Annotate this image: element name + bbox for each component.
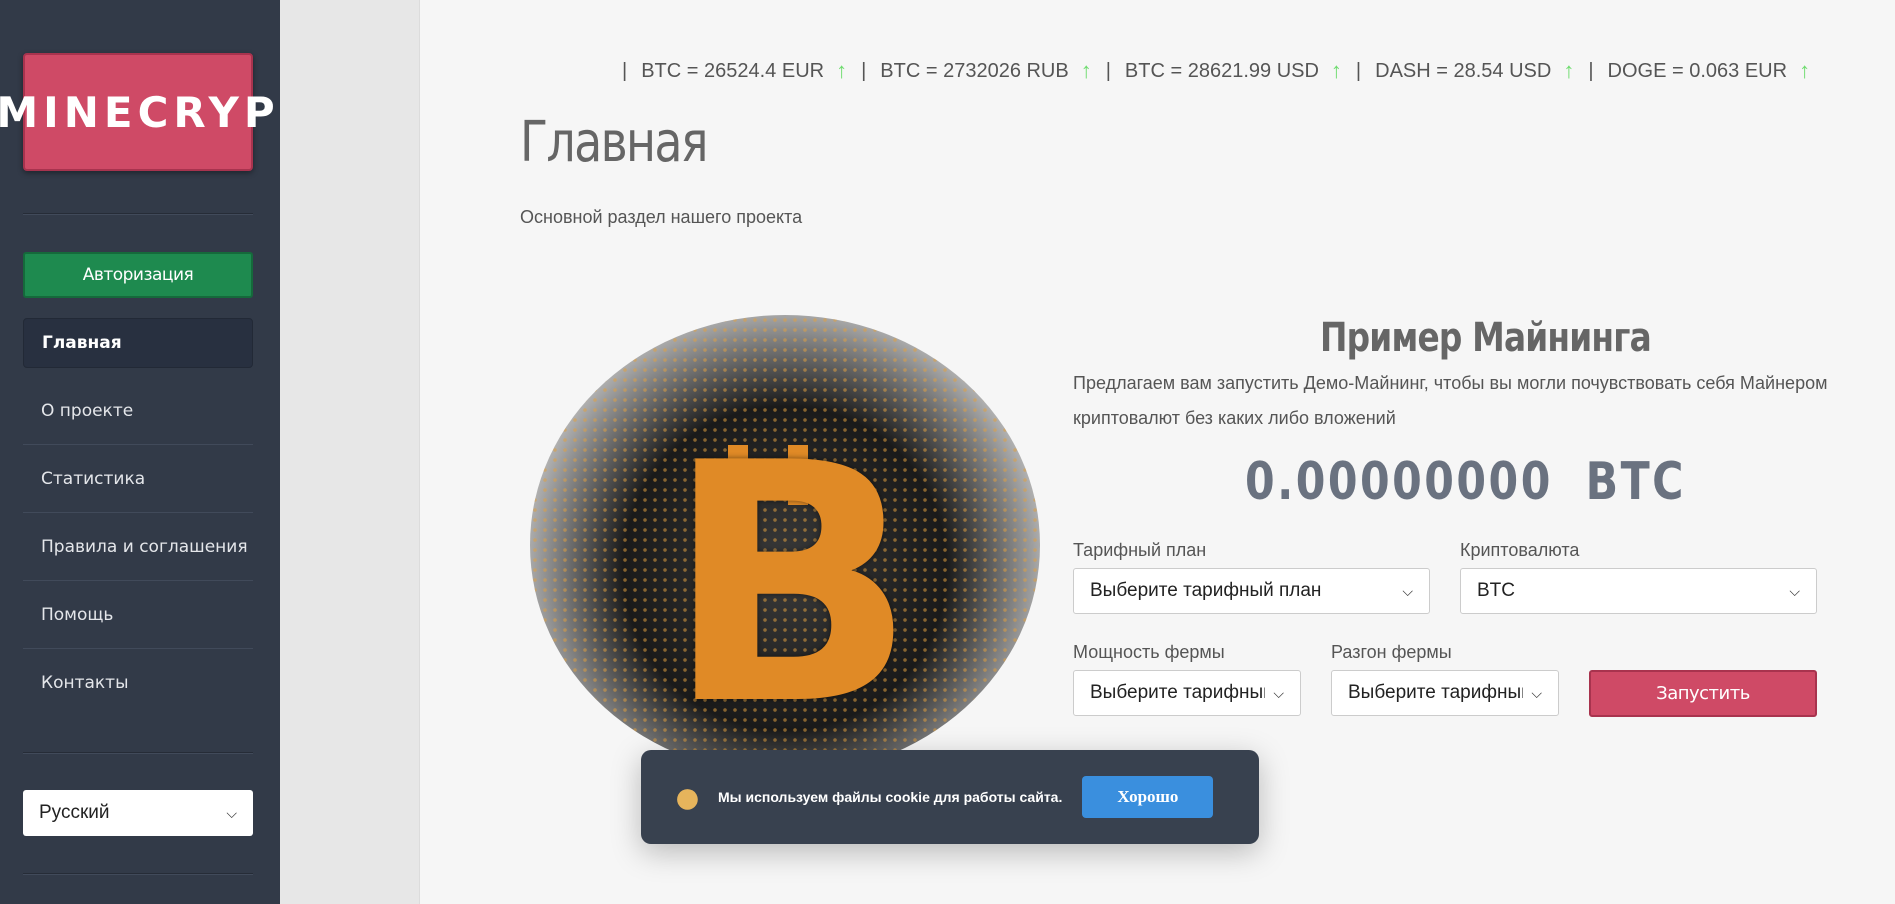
amount-currency: BTC [1585, 452, 1686, 512]
ticker-item: DOGE = 0.063 EUR [1607, 59, 1788, 82]
nav-item-help[interactable]: Помощь [23, 581, 253, 649]
nav-item-contacts[interactable]: Контакты [23, 649, 253, 717]
nav-item-about[interactable]: О проекте [23, 377, 253, 445]
ticker-item: DASH = 28.54 USD [1375, 59, 1552, 82]
crypto-select[interactable]: BTC ⌵ [1460, 568, 1817, 614]
power-value: Выберите тарифный план [1090, 682, 1266, 703]
nav-item-statistics[interactable]: Статистика [23, 445, 253, 513]
chevron-down-icon: ⌵ [1531, 684, 1542, 701]
power-label: Мощность фермы [1073, 642, 1225, 662]
divider [23, 752, 253, 754]
chevron-down-icon: ⌵ [1789, 582, 1800, 599]
ticker-item: BTC = 28621.99 USD [1124, 59, 1319, 82]
cookie-icon: ● [673, 770, 702, 824]
boost-value: Выберите тарифный план [1348, 682, 1524, 703]
cookie-text: Мы используем файлы cookie для работы са… [718, 789, 1063, 805]
language-value: Русский [39, 802, 110, 823]
mining-amount: 0.00000000 BTC [1245, 452, 1686, 512]
crypto-label: Криптовалюта [1460, 540, 1580, 560]
crypto-value: BTC [1477, 580, 1515, 601]
ticker-separator: | [622, 59, 628, 82]
arrow-up-icon: ↑ [1563, 58, 1575, 83]
nav-item-rules[interactable]: Правила и соглашения [23, 513, 253, 581]
arrow-up-icon: ↑ [1330, 58, 1342, 83]
site-logo[interactable]: MINECRYP [0, 53, 275, 171]
arrow-up-icon: ↑ [1799, 58, 1811, 83]
sidebar-nav: Главная О проекте Статистика Правила и с… [23, 318, 253, 717]
language-select[interactable]: Русский ⌵ [23, 790, 253, 836]
divider [23, 213, 253, 215]
chevron-down-icon: ⌵ [1273, 684, 1284, 701]
gutter [280, 0, 420, 904]
arrow-up-icon: ↑ [836, 58, 848, 83]
tariff-label: Тарифный план [1073, 540, 1207, 560]
price-ticker: | BTC = 26524.4 EUR ↑ | BTC = 2732026 RU… [608, 56, 1810, 86]
power-select[interactable]: Выберите тарифный план ⌵ [1073, 670, 1301, 716]
ticker-separator: | [1105, 59, 1111, 82]
tariff-select[interactable]: Выберите тарифный план ⌵ [1073, 568, 1430, 614]
ticker-separator: | [861, 59, 867, 82]
start-mining-button[interactable]: Запустить [1589, 670, 1817, 717]
ticker-separator: | [1588, 59, 1594, 82]
mining-description: Предлагаем вам запустить Демо-Майнинг, ч… [1073, 373, 1828, 428]
mining-title: Пример Майнинга [1320, 315, 1652, 361]
chevron-down-icon: ⌵ [1402, 582, 1413, 599]
sidebar: MINECRYP Авторизация Главная О проекте С… [0, 0, 280, 904]
arrow-up-icon: ↑ [1080, 58, 1092, 83]
divider [23, 873, 253, 875]
ticker-item: BTC = 2732026 RUB [880, 59, 1069, 82]
ticker-separator: | [1355, 59, 1362, 82]
cookie-banner: ● Мы используем файлы cookie для работы … [641, 750, 1259, 844]
page-subtitle: Основной раздел нашего проекта [520, 207, 803, 227]
cookie-accept-button[interactable]: Хорошо [1082, 776, 1214, 818]
chevron-down-icon: ⌵ [226, 804, 237, 821]
login-button[interactable]: Авторизация [23, 252, 253, 298]
bitcoin-icon: B [665, 393, 917, 777]
page-title: Главная [520, 110, 709, 175]
ticker-item: BTC = 26524.4 EUR [641, 59, 825, 82]
amount-value: 0.00000000 [1245, 452, 1553, 512]
boost-select[interactable]: Выберите тарифный план ⌵ [1331, 670, 1559, 716]
boost-label: Разгон фермы [1331, 642, 1452, 662]
tariff-value: Выберите тарифный план [1090, 580, 1322, 601]
nav-item-home[interactable]: Главная [23, 318, 253, 368]
